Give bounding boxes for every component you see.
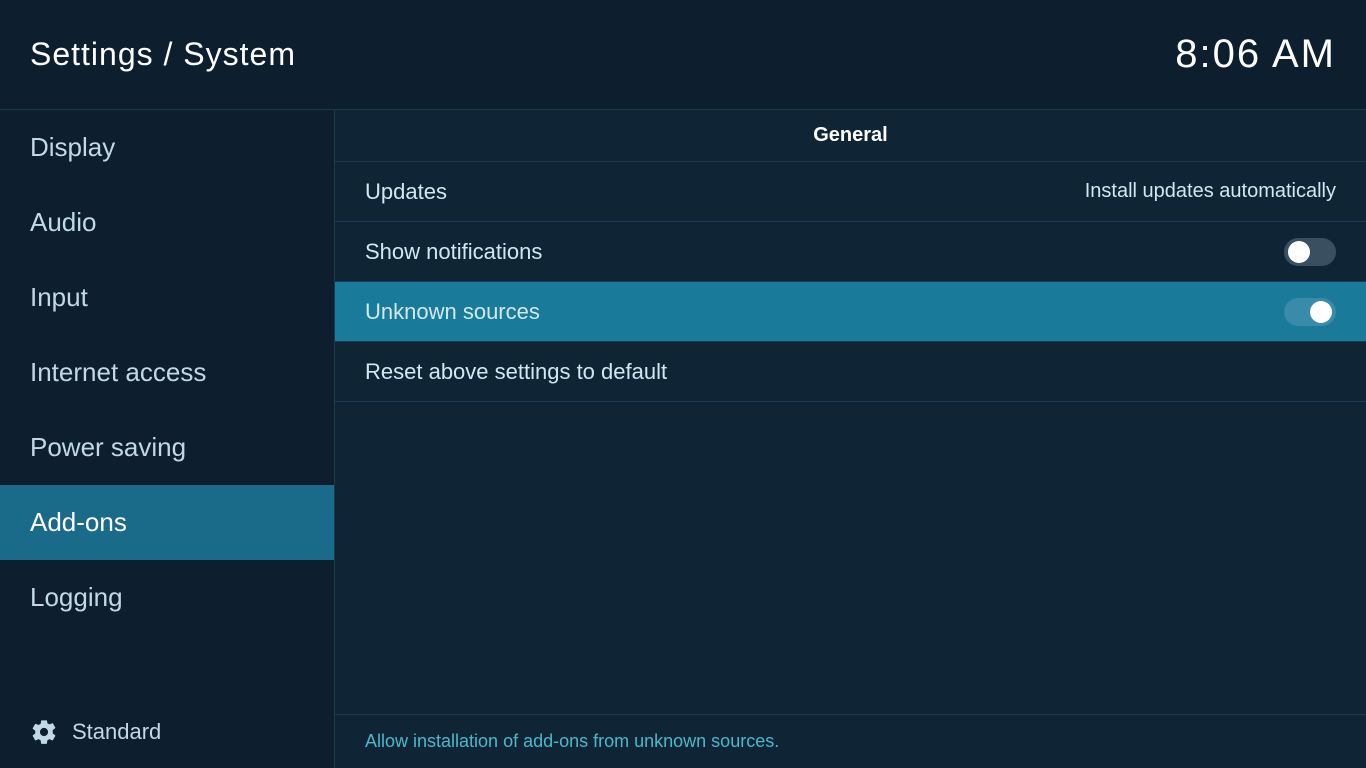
top-bar: Settings / System 8:06 AM — [0, 0, 1366, 110]
sidebar: DisplayAudioInputInternet accessPower sa… — [0, 110, 335, 768]
clock: 8:06 AM — [1175, 32, 1336, 77]
sidebar-item-input[interactable]: Input — [0, 260, 334, 335]
settings-row-unknown-sources[interactable]: Unknown sources — [335, 282, 1366, 342]
sidebar-footer: Standard — [0, 696, 334, 768]
sidebar-items: DisplayAudioInputInternet accessPower sa… — [0, 110, 334, 635]
main-layout: DisplayAudioInputInternet accessPower sa… — [0, 110, 1366, 768]
row-value-updates: Install updates automatically — [1085, 180, 1336, 203]
content-panel: General Updates Install updates automatic… — [335, 110, 1366, 768]
toggle-knob-show-notifications — [1288, 241, 1310, 263]
sidebar-item-add-ons[interactable]: Add-ons — [0, 485, 334, 560]
row-label-show-notifications: Show notifications — [365, 239, 542, 265]
row-label-reset-above: Reset above settings to default — [365, 359, 667, 385]
row-label-updates: Updates — [365, 179, 447, 205]
toggle-knob-unknown-sources — [1310, 301, 1332, 323]
page-title: Settings / System — [30, 36, 296, 73]
sidebar-item-logging[interactable]: Logging — [0, 560, 334, 635]
toggle-show-notifications[interactable] — [1284, 238, 1336, 266]
content-footer-description: Allow installation of add-ons from unkno… — [335, 714, 1366, 768]
sidebar-item-internet-access[interactable]: Internet access — [0, 335, 334, 410]
settings-rows: Updates Install updates automatically Show… — [335, 162, 1366, 402]
settings-row-show-notifications[interactable]: Show notifications — [335, 222, 1366, 282]
sidebar-item-display[interactable]: Display — [0, 110, 334, 185]
section-header: General — [335, 110, 1366, 162]
settings-row-reset-above[interactable]: Reset above settings to default — [335, 342, 1366, 402]
gear-icon — [30, 718, 58, 746]
settings-row-updates[interactable]: Updates Install updates automatically — [335, 162, 1366, 222]
row-label-unknown-sources: Unknown sources — [365, 299, 540, 325]
sidebar-level-label: Standard — [72, 719, 161, 745]
toggle-unknown-sources[interactable] — [1284, 298, 1336, 326]
sidebar-item-power-saving[interactable]: Power saving — [0, 410, 334, 485]
sidebar-item-audio[interactable]: Audio — [0, 185, 334, 260]
